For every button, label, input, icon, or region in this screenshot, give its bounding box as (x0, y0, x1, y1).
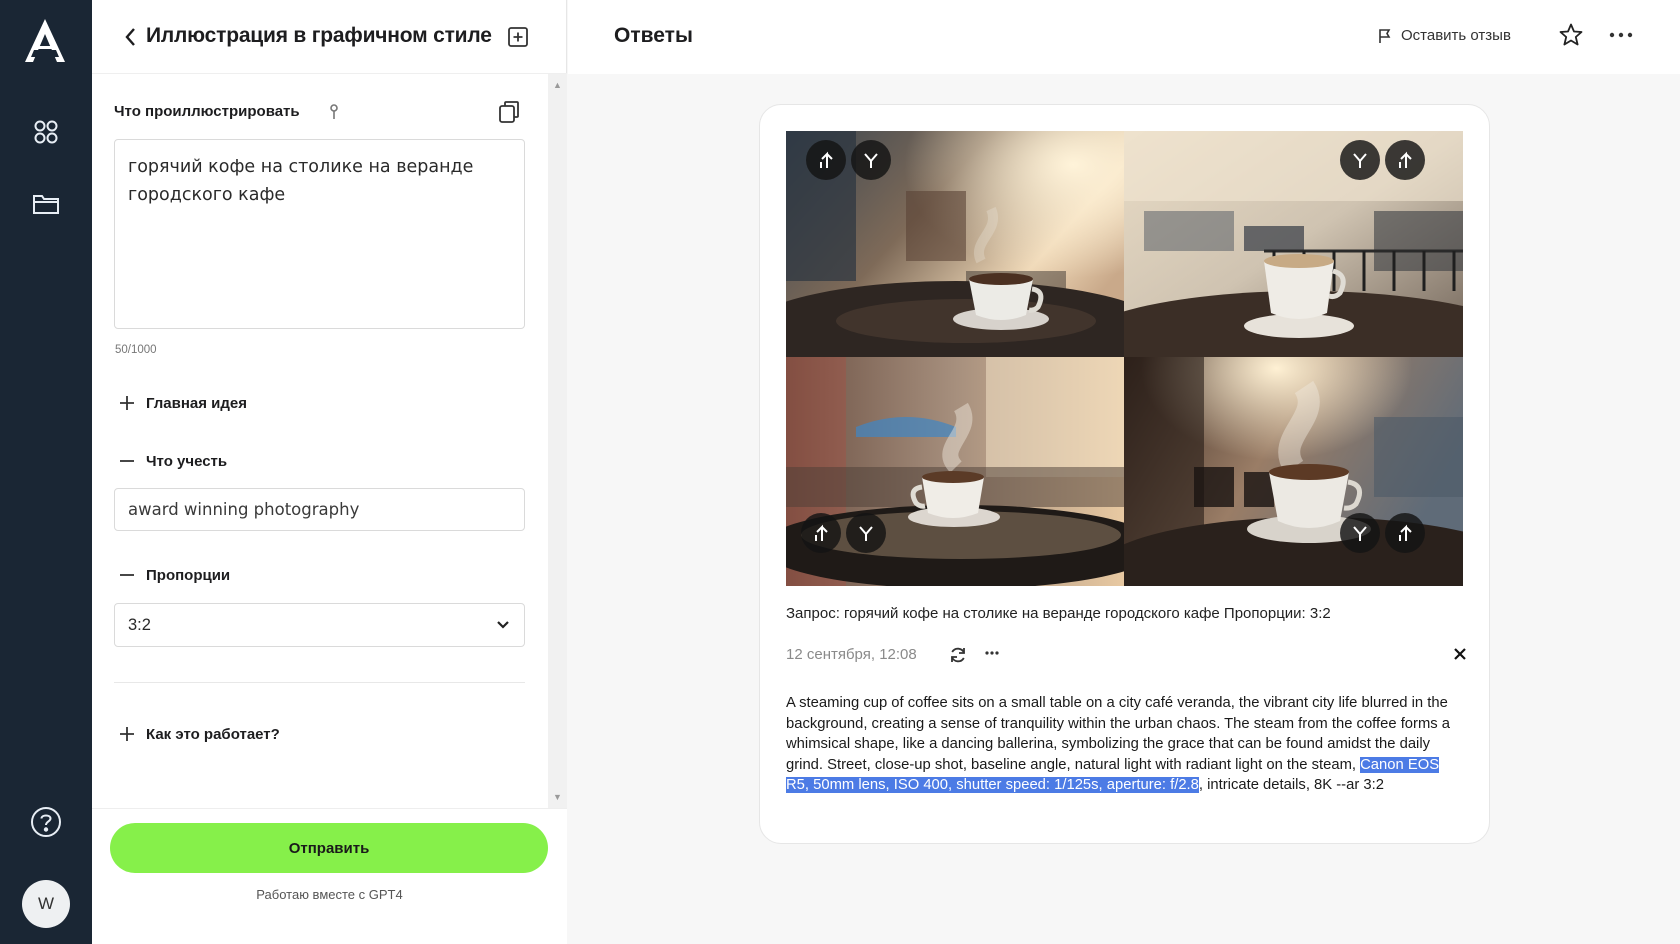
proportions-toggle[interactable]: Пропорции (118, 566, 230, 584)
avatar[interactable]: W (22, 880, 70, 928)
page-title: Ответы (614, 24, 693, 47)
main-idea-toggle[interactable]: Главная идея (118, 394, 247, 412)
left-rail: W (0, 0, 92, 944)
variation-icon[interactable] (1340, 513, 1380, 553)
panel-title: Иллюстрация в графичном стиле (146, 24, 492, 47)
main-idea-label: Главная идея (146, 394, 248, 412)
generated-image-4[interactable] (1124, 357, 1463, 586)
answer-description: A steaming cup of coffee sits on a small… (786, 693, 1456, 796)
query-text: Запрос: горячий кофе на столике на веран… (786, 605, 1331, 622)
proportions-value: 3:2 (128, 615, 151, 634)
plus-icon (120, 727, 134, 741)
answer-meta: 12 сентября, 12:08 (786, 643, 1466, 668)
scroll-down-icon[interactable]: ▼ (553, 792, 562, 802)
panel-footer: Отправить Работаю вместе с GPT4 (92, 808, 567, 944)
panel-scrollbar[interactable]: ▲ ▼ (548, 74, 567, 808)
back-chevron-icon[interactable] (120, 24, 142, 50)
answer-date: 12 сентября, 12:08 (786, 646, 917, 663)
minus-icon (120, 574, 134, 576)
answer-more-icon[interactable] (984, 643, 1000, 668)
consider-toggle[interactable]: Что учесть (118, 452, 227, 470)
answers-area: Ответы Оставить отзыв Запрос: горячий ко… (568, 0, 1680, 944)
description-text: A steaming cup of coffee sits on a small… (786, 695, 1451, 773)
char-counter: 50/1000 (115, 344, 157, 356)
flag-icon (1379, 28, 1391, 43)
send-button[interactable]: Отправить (110, 823, 548, 873)
minus-icon (120, 460, 134, 462)
chevron-down-icon (497, 621, 509, 629)
settings-panel: Иллюстрация в графичном стиле Что проилл… (92, 0, 567, 944)
copy-icon[interactable] (497, 99, 521, 125)
consider-label: Что учесть (146, 452, 228, 470)
folder-icon[interactable] (26, 184, 66, 224)
refresh-icon[interactable] (948, 645, 968, 665)
image-grid (786, 131, 1463, 586)
generated-image-3[interactable] (786, 357, 1124, 586)
main-header: Ответы Оставить отзыв (568, 0, 1680, 74)
upscale-icon[interactable] (1385, 513, 1425, 553)
gpt-note: Работаю вместе с GPT4 (256, 887, 403, 902)
description-tail: , intricate details, 8K --ar 3:2 (1198, 777, 1384, 794)
help-icon[interactable] (26, 802, 66, 842)
prompt-textarea[interactable]: горячий кофе на столике на веранде город… (114, 139, 525, 329)
more-options-icon[interactable] (1608, 26, 1636, 46)
feedback-button[interactable]: Оставить отзыв (1377, 27, 1511, 44)
proportions-select[interactable]: 3:2 (114, 603, 525, 647)
plus-icon (120, 396, 134, 410)
panel-header: Иллюстрация в графичном стиле (92, 0, 567, 74)
prompt-label: Что проиллюстрировать (114, 103, 300, 120)
answer-card: Запрос: горячий кофе на столике на веран… (759, 104, 1490, 844)
star-icon[interactable] (1558, 22, 1584, 48)
upscale-icon[interactable] (806, 140, 846, 180)
apps-grid-icon[interactable] (26, 112, 66, 152)
coffee-photo-3 (786, 357, 1124, 586)
add-to-favorites-icon[interactable] (506, 25, 530, 49)
pin-icon[interactable] (327, 103, 341, 121)
app-root: W Иллюстрация в графичном стиле Что прои… (0, 0, 1680, 944)
how-it-works-toggle[interactable]: Как это работает? (118, 725, 280, 743)
generated-image-2[interactable] (1124, 131, 1463, 357)
consider-input[interactable] (114, 488, 525, 531)
variation-icon[interactable] (851, 140, 891, 180)
upscale-icon[interactable] (801, 513, 841, 553)
scroll-up-icon[interactable]: ▲ (553, 80, 562, 90)
variation-icon[interactable] (1340, 140, 1380, 180)
generated-image-1[interactable] (786, 131, 1124, 357)
upscale-icon[interactable] (1385, 140, 1425, 180)
logo-icon[interactable] (20, 16, 70, 68)
how-it-works-label: Как это работает? (146, 725, 280, 743)
divider (114, 682, 525, 683)
proportions-label: Пропорции (146, 566, 231, 584)
variation-icon[interactable] (846, 513, 886, 553)
close-icon[interactable] (1452, 646, 1468, 662)
feedback-label: Оставить отзыв (1401, 27, 1511, 44)
